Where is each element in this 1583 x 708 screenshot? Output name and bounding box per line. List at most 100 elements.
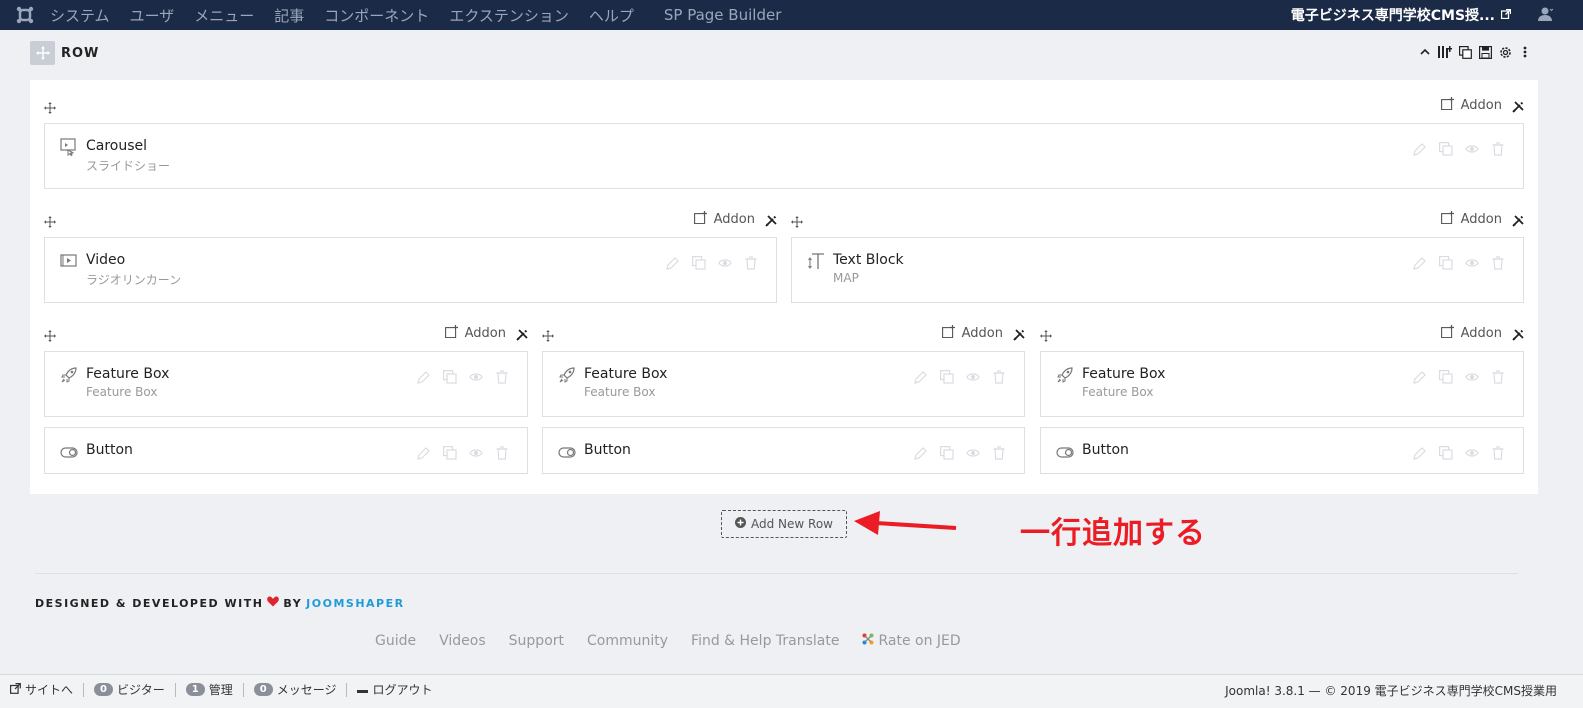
- messages-link[interactable]: 0 メッセージ: [253, 681, 336, 698]
- delete-trash-icon[interactable]: [1491, 446, 1505, 460]
- menu-help[interactable]: ヘルプ: [589, 5, 634, 26]
- duplicate-icon[interactable]: [940, 446, 954, 460]
- delete-trash-icon[interactable]: [992, 446, 1006, 460]
- more-options-icon[interactable]: [1518, 45, 1532, 59]
- logout-link[interactable]: ログアウト: [357, 681, 432, 698]
- column-move-icon[interactable]: [44, 99, 56, 118]
- visibility-eye-icon[interactable]: [966, 446, 980, 460]
- joomla-logo-icon[interactable]: [0, 0, 50, 30]
- admins-link[interactable]: 1 管理: [185, 681, 233, 698]
- footer-link-guide[interactable]: Guide: [375, 633, 416, 649]
- addon-card[interactable]: Text Block MAP: [791, 237, 1524, 303]
- column-settings-icon[interactable]: [1512, 326, 1524, 345]
- addon-name: Feature Box: [1082, 366, 1166, 382]
- add-addon-button[interactable]: Addon: [1440, 96, 1502, 114]
- edit-icon[interactable]: [914, 446, 928, 460]
- duplicate-icon[interactable]: [940, 370, 954, 384]
- columns-icon[interactable]: [1438, 45, 1452, 59]
- column-move-icon[interactable]: [1040, 327, 1052, 346]
- column-settings-icon[interactable]: [516, 326, 528, 345]
- menu-users[interactable]: ユーザ: [130, 5, 175, 26]
- addon-card[interactable]: Feature Box Feature Box: [44, 351, 528, 417]
- addon-card[interactable]: Button: [44, 427, 528, 474]
- add-addon-button[interactable]: Addon: [1440, 324, 1502, 342]
- add-addon-button[interactable]: Addon: [941, 324, 1003, 342]
- visibility-eye-icon[interactable]: [1465, 370, 1479, 384]
- external-link-icon: [1500, 8, 1512, 22]
- visitors-link[interactable]: 0 ビジター: [94, 681, 165, 698]
- addon-card[interactable]: Button: [542, 427, 1025, 474]
- visibility-eye-icon[interactable]: [469, 370, 483, 384]
- edit-icon[interactable]: [666, 256, 680, 270]
- column-move-icon[interactable]: [791, 213, 803, 232]
- addon-card[interactable]: Video ラジオリンカーン: [44, 237, 777, 303]
- column-move-icon[interactable]: [542, 327, 554, 346]
- edit-icon[interactable]: [1413, 142, 1427, 156]
- menu-sp-page-builder[interactable]: SP Page Builder: [664, 6, 781, 24]
- addon-card[interactable]: Carousel スライドショー: [44, 123, 1524, 189]
- menu-system[interactable]: システム: [50, 5, 110, 26]
- view-site-link[interactable]: サイトへ: [10, 681, 73, 698]
- add-addon-button[interactable]: Addon: [693, 210, 755, 228]
- duplicate-icon[interactable]: [443, 370, 457, 384]
- duplicate-icon[interactable]: [1439, 256, 1453, 270]
- add-new-row-button[interactable]: Add New Row: [721, 510, 847, 538]
- edit-icon[interactable]: [1413, 370, 1427, 384]
- visibility-eye-icon[interactable]: [1465, 446, 1479, 460]
- duplicate-icon[interactable]: [1439, 142, 1453, 156]
- edit-icon[interactable]: [1413, 256, 1427, 270]
- footer-link-rate-jed[interactable]: Rate on JED: [862, 633, 961, 649]
- add-addon-button[interactable]: Addon: [1440, 210, 1502, 228]
- footer-link-support[interactable]: Support: [509, 633, 564, 649]
- addon-card[interactable]: Button: [1040, 427, 1524, 474]
- separator: [242, 682, 244, 697]
- delete-trash-icon[interactable]: [1491, 370, 1505, 384]
- column-settings-icon[interactable]: [1512, 98, 1524, 117]
- addon-card[interactable]: Feature Box Feature Box: [1040, 351, 1524, 417]
- footer-link-translate[interactable]: Find & Help Translate: [691, 633, 839, 649]
- column-move-icon[interactable]: [44, 327, 56, 346]
- column-settings-icon[interactable]: [1013, 326, 1025, 345]
- column-settings-icon[interactable]: [765, 212, 777, 231]
- site-link[interactable]: 電子ビジネス専門学校CMS授...: [1291, 0, 1512, 30]
- collapse-icon[interactable]: [1418, 45, 1432, 59]
- add-new-row-label: Add New Row: [751, 517, 833, 531]
- footer-link-community[interactable]: Community: [587, 633, 668, 649]
- visibility-eye-icon[interactable]: [1465, 142, 1479, 156]
- delete-trash-icon[interactable]: [1491, 142, 1505, 156]
- delete-trash-icon[interactable]: [744, 256, 758, 270]
- edit-icon[interactable]: [914, 370, 928, 384]
- column-settings-icon[interactable]: [1512, 212, 1524, 231]
- duplicate-icon[interactable]: [443, 446, 457, 460]
- delete-trash-icon[interactable]: [495, 370, 509, 384]
- visibility-eye-icon[interactable]: [1465, 256, 1479, 270]
- edit-icon[interactable]: [1413, 446, 1427, 460]
- button-toggle-icon: [60, 443, 78, 461]
- user-menu-icon[interactable]: [1537, 6, 1554, 26]
- menu-menus[interactable]: メニュー: [194, 5, 254, 26]
- settings-gear-icon[interactable]: [1498, 45, 1512, 59]
- save-icon[interactable]: [1478, 45, 1492, 59]
- edit-icon[interactable]: [417, 370, 431, 384]
- menu-extensions[interactable]: エクステンション: [449, 5, 569, 26]
- delete-trash-icon[interactable]: [992, 370, 1006, 384]
- row-move-handle-icon[interactable]: [30, 41, 55, 65]
- duplicate-icon[interactable]: [1439, 370, 1453, 384]
- duplicate-icon[interactable]: [692, 256, 706, 270]
- visibility-eye-icon[interactable]: [718, 256, 732, 270]
- duplicate-icon[interactable]: [1439, 446, 1453, 460]
- menu-components[interactable]: コンポーネント: [324, 5, 429, 26]
- visibility-eye-icon[interactable]: [469, 446, 483, 460]
- add-addon-button[interactable]: Addon: [444, 324, 506, 342]
- joomshaper-link[interactable]: JOOMSHAPER: [306, 597, 404, 610]
- visibility-eye-icon[interactable]: [966, 370, 980, 384]
- column-move-icon[interactable]: [44, 213, 56, 232]
- delete-trash-icon[interactable]: [495, 446, 509, 460]
- duplicate-icon[interactable]: [1458, 45, 1472, 59]
- footer-link-videos[interactable]: Videos: [439, 633, 486, 649]
- edit-icon[interactable]: [417, 446, 431, 460]
- delete-trash-icon[interactable]: [1491, 256, 1505, 270]
- menu-articles[interactable]: 記事: [274, 5, 304, 26]
- addon-card[interactable]: Feature Box Feature Box: [542, 351, 1025, 417]
- logout-label: ログアウト: [372, 683, 433, 697]
